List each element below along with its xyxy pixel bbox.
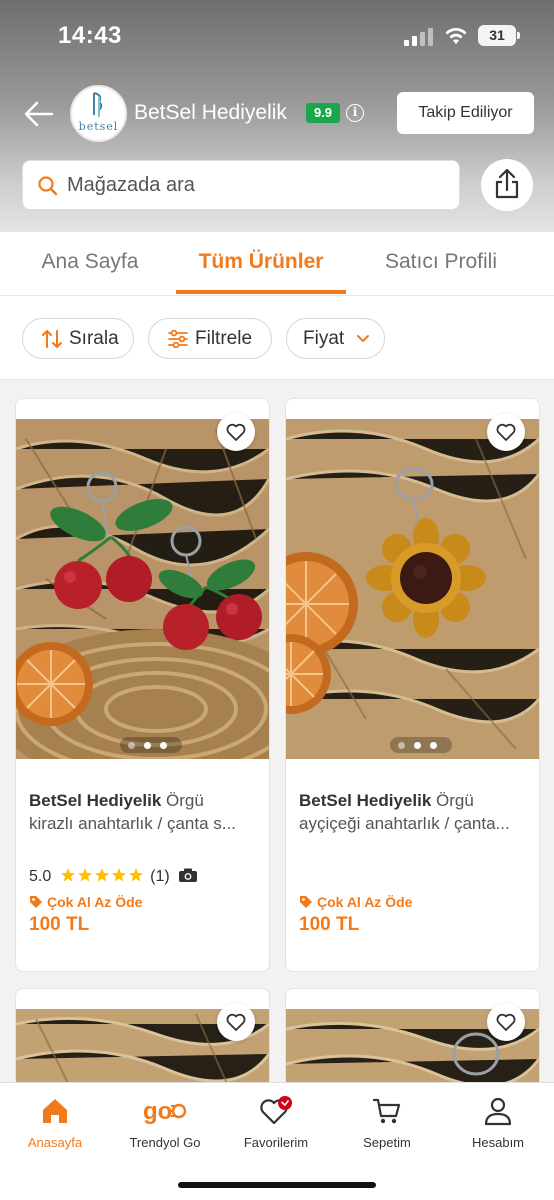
nav-home[interactable]: Anasayfa: [0, 1095, 110, 1150]
home-icon: [43, 1099, 67, 1123]
store-logo[interactable]: betsel: [70, 85, 127, 142]
tag-icon: [30, 896, 42, 908]
wifi-icon: [445, 28, 467, 44]
image-carousel-dots: [120, 737, 182, 753]
rating-value: 5.0: [29, 868, 52, 885]
product-name-line2: kirazlı anahtarlık / çanta s...: [29, 814, 236, 833]
product-brand: BetSel Hediyelik: [299, 791, 432, 810]
svg-text:go: go: [143, 1098, 172, 1125]
nav-favorites[interactable]: Favorilerim: [221, 1095, 331, 1150]
user-icon: [484, 1097, 512, 1126]
product-title[interactable]: BetSel Hediyelik Örgü ayçiçeği anahtarlı…: [299, 789, 529, 835]
status-time: 14:43: [58, 22, 122, 49]
product-price: 100 TL: [29, 914, 90, 935]
home-indicator: [178, 1182, 376, 1188]
store-name[interactable]: BetSel Hediyelik: [134, 101, 287, 125]
back-button[interactable]: [20, 94, 60, 134]
product-brand: BetSel Hediyelik: [29, 791, 162, 810]
store-logo-text: betsel: [78, 120, 119, 133]
battery-indicator: 31: [478, 25, 520, 46]
product-card[interactable]: BetSel Hediyelik Örgü ayçiçeği anahtarlı…: [285, 398, 540, 972]
filter-button[interactable]: Filtrele: [148, 318, 272, 359]
share-button[interactable]: [481, 159, 533, 211]
nav-trendyol-go[interactable]: go Trendyol Go: [110, 1095, 220, 1150]
info-icon[interactable]: i: [346, 104, 364, 122]
search-input[interactable]: [67, 161, 447, 209]
product-name-line1: Örgü: [436, 791, 474, 810]
favorite-button[interactable]: [487, 413, 525, 451]
price-label: Fiyat: [303, 328, 345, 349]
star-rating-icon: [60, 868, 143, 882]
sort-label: Sırala: [69, 328, 119, 349]
filter-bar: Sırala Filtrele Fiyat: [0, 296, 554, 380]
favorite-button[interactable]: [217, 413, 255, 451]
product-image[interactable]: [16, 419, 269, 759]
sort-button[interactable]: Sırala: [22, 318, 134, 359]
product-name-line1: Örgü: [166, 791, 204, 810]
tag-icon: [300, 896, 312, 908]
product-image[interactable]: [286, 419, 539, 759]
back-arrow-icon: [24, 101, 54, 127]
promo-label: Çok Al Az Öde: [317, 894, 413, 910]
product-rating-row: 5.0 (1): [29, 867, 198, 887]
tab-all-products[interactable]: Tüm Ürünler: [176, 232, 346, 296]
price-dropdown[interactable]: Fiyat: [286, 318, 385, 359]
review-count: (1): [150, 868, 170, 885]
follow-button[interactable]: Takip Ediliyor: [397, 92, 534, 134]
tab-seller-profile[interactable]: Satıcı Profili: [366, 232, 516, 296]
trendyol-go-icon: go: [143, 1098, 187, 1125]
heart-icon: [260, 1096, 292, 1125]
share-icon: [495, 168, 519, 199]
favorite-button[interactable]: [217, 1003, 255, 1041]
heart-icon: [226, 1013, 246, 1031]
store-tabs: Ana Sayfa Tüm Ürünler Satıcı Profili: [0, 232, 554, 296]
image-carousel-dots: [390, 737, 452, 753]
store-rating-badge: 9.9: [306, 103, 340, 123]
nav-label: Anasayfa: [27, 1135, 83, 1150]
promo-badge: Çok Al Az Öde: [299, 894, 412, 910]
promo-label: Çok Al Az Öde: [47, 894, 143, 910]
sort-icon: [42, 330, 62, 348]
product-title[interactable]: BetSel Hediyelik Örgü kirazlı anahtarlık…: [29, 789, 259, 835]
search-box[interactable]: [22, 160, 460, 210]
heart-icon: [496, 423, 516, 441]
cherry-keychain-photo: [16, 419, 269, 759]
nav-label: Trendyol Go: [129, 1135, 201, 1150]
nav-label: Hesabım: [471, 1135, 525, 1150]
nav-cart[interactable]: Sepetim: [332, 1095, 442, 1150]
heart-icon: [496, 1013, 516, 1031]
promo-badge: Çok Al Az Öde: [29, 894, 142, 910]
product-price: 100 TL: [299, 914, 360, 935]
search-icon: [38, 176, 58, 196]
filter-label: Filtrele: [195, 328, 253, 349]
product-card[interactable]: BetSel Hediyelik Örgü kirazlı anahtarlık…: [15, 398, 270, 972]
nav-label: Favorilerim: [243, 1135, 309, 1150]
active-tab-indicator: [176, 290, 346, 294]
heart-icon: [226, 423, 246, 441]
sunflower-keychain-photo: [286, 419, 539, 759]
chevron-down-icon: [357, 335, 369, 342]
tab-home[interactable]: Ana Sayfa: [20, 232, 160, 296]
camera-icon: [179, 868, 198, 882]
product-name-line2: ayçiçeği anahtarlık / çanta...: [299, 814, 510, 833]
nav-label: Sepetim: [363, 1135, 411, 1150]
signal-icon: [404, 28, 434, 46]
status-bar: 14:43 31: [0, 0, 554, 70]
store-logo-mark: [93, 92, 103, 117]
filter-sliders-icon: [168, 329, 188, 349]
favorite-button[interactable]: [487, 1003, 525, 1041]
cart-icon: [372, 1098, 401, 1124]
nav-account[interactable]: Hesabım: [443, 1095, 553, 1150]
